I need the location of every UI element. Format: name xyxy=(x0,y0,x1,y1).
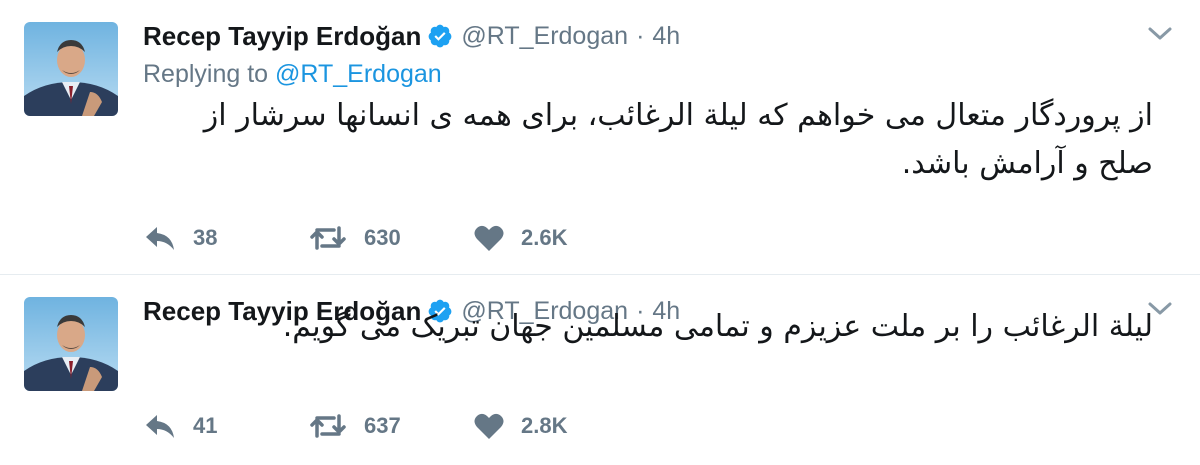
retweet-button[interactable]: 630 xyxy=(308,221,401,255)
replying-to-handle[interactable]: @RT_Erdogan xyxy=(275,60,442,88)
tweet-header: Recep Tayyip Erdoğan @RT_Erdogan · 4h xyxy=(143,18,680,54)
reply-count: 41 xyxy=(193,413,218,438)
tweet-text: از پروردگار متعال می خواهم که لیلة الرغا… xyxy=(203,98,1153,181)
retweet-count: 637 xyxy=(364,413,401,438)
tweet[interactable]: Recep Tayyip Erdoğan @RT_Erdogan · 4h لی… xyxy=(0,275,1200,465)
replying-to-label: Replying to xyxy=(143,60,269,88)
like-count: 2.8K xyxy=(521,413,568,438)
avatar[interactable] xyxy=(24,297,118,391)
like-count: 2.6K xyxy=(521,225,568,250)
reply-count: 38 xyxy=(193,225,218,250)
author-name[interactable]: Recep Tayyip Erdoğan xyxy=(143,21,421,52)
retweet-icon xyxy=(308,411,348,441)
reply-icon xyxy=(143,223,177,253)
tweet-timeline: Recep Tayyip Erdoğan @RT_Erdogan · 4h Re… xyxy=(0,0,1200,465)
tweet-timestamp[interactable]: 4h xyxy=(652,22,680,51)
chevron-down-icon[interactable] xyxy=(1146,24,1174,44)
reply-icon xyxy=(143,411,177,441)
heart-icon xyxy=(473,223,505,253)
verified-badge-icon xyxy=(427,23,453,49)
like-button[interactable]: 2.8K xyxy=(473,409,567,443)
like-button[interactable]: 2.6K xyxy=(473,221,567,255)
reply-button[interactable]: 38 xyxy=(143,221,217,255)
retweet-button[interactable]: 637 xyxy=(308,409,401,443)
tweet-text: لیلة الرغائب را بر ملت عزیزم و تمامی مسل… xyxy=(282,309,1153,344)
retweet-icon xyxy=(308,223,348,253)
author-handle[interactable]: @RT_Erdogan xyxy=(461,22,628,51)
replying-to: Replying to @RT_Erdogan xyxy=(143,60,442,89)
avatar[interactable] xyxy=(24,22,118,116)
retweet-count: 630 xyxy=(364,225,401,250)
reply-button[interactable]: 41 xyxy=(143,409,217,443)
heart-icon xyxy=(473,411,505,441)
separator-dot: · xyxy=(636,21,645,50)
tweet[interactable]: Recep Tayyip Erdoğan @RT_Erdogan · 4h Re… xyxy=(0,0,1200,274)
